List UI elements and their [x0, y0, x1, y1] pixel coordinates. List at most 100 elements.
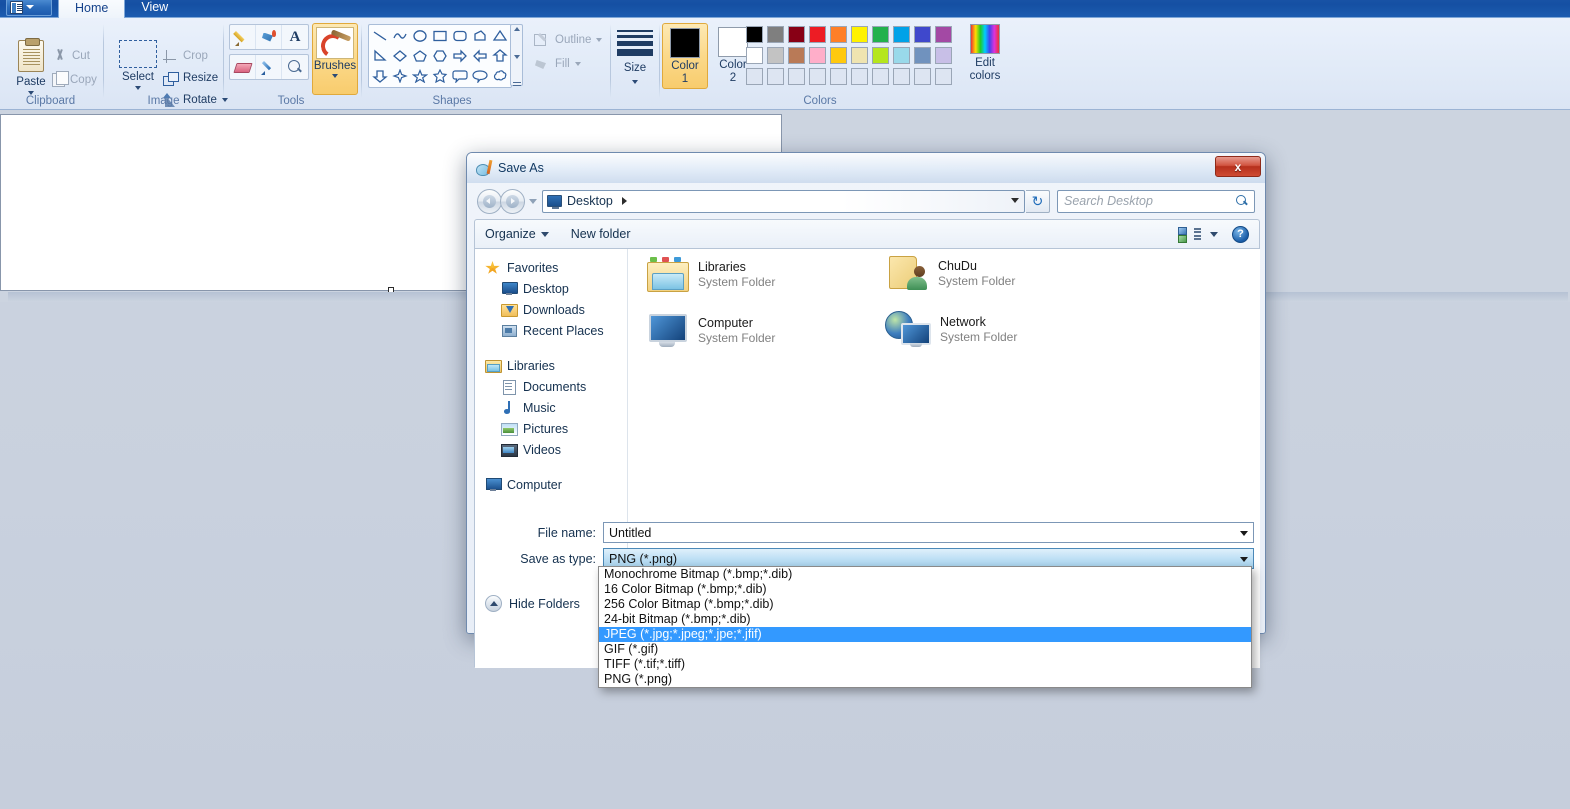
palette-swatch-r2c4[interactable]	[807, 45, 828, 66]
copy-button[interactable]: Copy	[50, 70, 99, 90]
chevron-up-icon[interactable]	[513, 27, 520, 31]
shape-cloud-callout[interactable]	[490, 66, 510, 86]
back-button[interactable]	[477, 188, 502, 214]
list-item[interactable]: Computer System Folder	[647, 313, 775, 347]
color-picker-tool[interactable]	[256, 55, 282, 79]
shape-left-arrow[interactable]	[470, 46, 490, 66]
palette-swatch-r1c8[interactable]	[891, 24, 912, 45]
palette-swatch-r3c10[interactable]	[933, 66, 954, 87]
palette-swatch-r3c2[interactable]	[765, 66, 786, 87]
forward-button[interactable]	[500, 188, 525, 214]
edit-colors-button[interactable]: Edit colors	[964, 24, 1006, 83]
palette-swatch-r3c5[interactable]	[828, 66, 849, 87]
sidebar-item-computer[interactable]: Computer	[475, 474, 627, 495]
file-name-input[interactable]: Untitled	[603, 522, 1254, 543]
palette-swatch-r2c1[interactable]	[744, 45, 765, 66]
search-box[interactable]: Search Desktop	[1057, 189, 1255, 213]
palette-swatch-r2c2[interactable]	[765, 45, 786, 66]
shape-rectangle[interactable]	[430, 26, 450, 46]
dropdown-option[interactable]: GIF (*.gif)	[599, 642, 1251, 657]
shape-right-triangle[interactable]	[370, 46, 390, 66]
paint-menu-button[interactable]	[6, 0, 52, 16]
breadcrumb-desktop[interactable]: Desktop	[567, 194, 613, 208]
sidebar-item-music[interactable]: Music	[475, 397, 627, 418]
sidebar-item-downloads[interactable]: Downloads	[475, 299, 627, 320]
palette-swatch-r3c7[interactable]	[870, 66, 891, 87]
palette-swatch-r3c1[interactable]	[744, 66, 765, 87]
shapes-gallery[interactable]	[368, 24, 512, 88]
chevron-down-icon[interactable]	[513, 54, 520, 59]
eraser-tool[interactable]	[230, 55, 256, 79]
shapes-scrollbar[interactable]	[510, 24, 523, 86]
palette-swatch-r1c4[interactable]	[807, 24, 828, 45]
color-palette[interactable]	[744, 24, 954, 87]
fill-shape-button[interactable]: Fill	[532, 54, 583, 74]
shape-hexagon[interactable]	[430, 46, 450, 66]
paste-button[interactable]: Paste	[6, 38, 56, 95]
palette-swatch-r3c3[interactable]	[786, 66, 807, 87]
shape-pentagon[interactable]	[410, 46, 430, 66]
crop-button[interactable]: Crop	[161, 46, 210, 66]
shape-four-point-star[interactable]	[390, 66, 410, 86]
palette-swatch-r2c9[interactable]	[912, 45, 933, 66]
shape-five-point-star[interactable]	[410, 66, 430, 86]
size-option-1[interactable]	[617, 30, 653, 32]
hide-folders-button[interactable]: Hide Folders	[485, 595, 580, 612]
select-button[interactable]: Select	[112, 40, 164, 90]
shape-oval[interactable]	[410, 26, 430, 46]
palette-swatch-r1c7[interactable]	[870, 24, 891, 45]
refresh-button[interactable]: ↻	[1026, 189, 1050, 213]
palette-swatch-r1c5[interactable]	[828, 24, 849, 45]
list-item[interactable]: Libraries System Folder	[647, 257, 775, 292]
sidebar-item-videos[interactable]: Videos	[475, 439, 627, 460]
help-button[interactable]: ?	[1232, 225, 1249, 243]
shape-diamond[interactable]	[390, 46, 410, 66]
shape-line[interactable]	[370, 26, 390, 46]
fill-tool[interactable]	[256, 25, 282, 49]
resize-button[interactable]: Resize	[161, 68, 220, 88]
palette-swatch-r2c8[interactable]	[891, 45, 912, 66]
palette-swatch-r1c1[interactable]	[744, 24, 765, 45]
chevron-down-icon[interactable]	[1210, 231, 1218, 237]
shape-right-arrow[interactable]	[450, 46, 470, 66]
shape-up-arrow[interactable]	[490, 46, 510, 66]
palette-swatch-r3c6[interactable]	[849, 66, 870, 87]
dropdown-option[interactable]: TIFF (*.tif;*.tiff)	[599, 657, 1251, 672]
sidebar-item-favorites[interactable]: Favorites	[475, 257, 627, 278]
palette-swatch-r2c5[interactable]	[828, 45, 849, 66]
palette-swatch-r1c10[interactable]	[933, 24, 954, 45]
size-option-3[interactable]	[617, 41, 653, 46]
palette-swatch-r2c10[interactable]	[933, 45, 954, 66]
scroll-more-icon[interactable]	[512, 82, 521, 83]
brushes-button[interactable]: Brushes	[312, 23, 358, 95]
address-bar[interactable]: Desktop	[542, 189, 1025, 213]
dropdown-option[interactable]: 256 Color Bitmap (*.bmp;*.dib)	[599, 597, 1251, 612]
chevron-down-icon[interactable]	[1240, 557, 1248, 562]
view-options-lines-icon[interactable]	[1194, 227, 1201, 241]
view-options-icon[interactable]	[1178, 227, 1193, 243]
shape-polygon[interactable]	[470, 26, 490, 46]
palette-swatch-r2c7[interactable]	[870, 45, 891, 66]
sidebar-item-desktop[interactable]: Desktop	[475, 278, 627, 299]
list-item[interactable]: ChuDu System Folder	[887, 255, 1015, 291]
palette-swatch-r2c3[interactable]	[786, 45, 807, 66]
save-as-type-dropdown[interactable]: Monochrome Bitmap (*.bmp;*.dib) 16 Color …	[598, 566, 1252, 688]
list-item[interactable]: Network System Folder	[885, 311, 1017, 347]
magnifier-tool[interactable]	[282, 55, 308, 79]
tab-view[interactable]: View	[125, 0, 184, 18]
palette-swatch-r1c2[interactable]	[765, 24, 786, 45]
dropdown-option[interactable]: PNG (*.png)	[599, 672, 1251, 687]
palette-swatch-r1c3[interactable]	[786, 24, 807, 45]
chevron-down-icon[interactable]	[1240, 531, 1248, 536]
organize-button[interactable]: Organize	[485, 227, 549, 241]
breadcrumb-arrow-icon[interactable]	[621, 197, 627, 205]
sidebar-item-documents[interactable]: Documents	[475, 376, 627, 397]
size-option-2[interactable]	[617, 35, 653, 38]
shape-curve[interactable]	[390, 26, 410, 46]
recent-locations-icon[interactable]	[529, 198, 537, 204]
dropdown-option[interactable]: 24-bit Bitmap (*.bmp;*.dib)	[599, 612, 1251, 627]
sidebar-item-libraries[interactable]: Libraries	[475, 355, 627, 376]
size-button[interactable]: Size	[617, 30, 653, 84]
shape-oval-callout[interactable]	[470, 66, 490, 86]
shape-rounded-rectangle[interactable]	[450, 26, 470, 46]
